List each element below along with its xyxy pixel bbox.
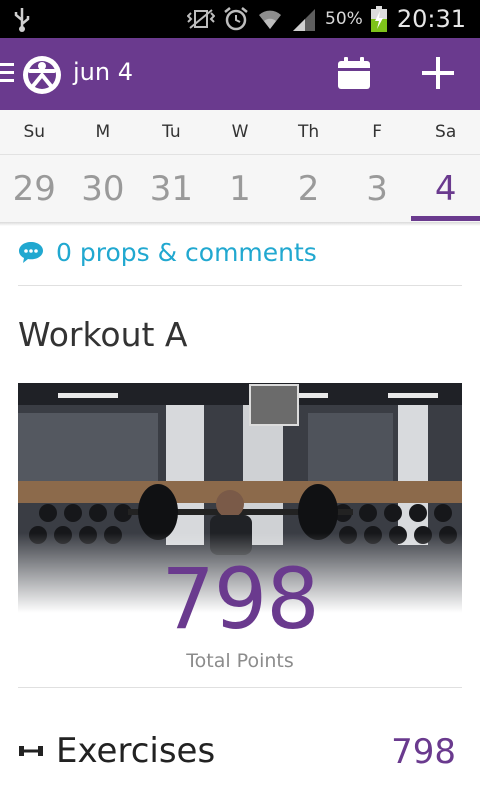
day-cell[interactable]: 2	[274, 155, 343, 223]
day-cell[interactable]: 31	[137, 155, 206, 223]
wifi-icon	[259, 10, 282, 29]
signal-icon	[293, 9, 316, 31]
menu-icon[interactable]	[0, 63, 16, 87]
calendar-icon[interactable]	[336, 55, 372, 91]
day-cell[interactable]: 29	[0, 155, 69, 223]
week-shadow	[0, 222, 480, 226]
weekday-label: M	[95, 122, 111, 142]
clock: 20:31	[396, 5, 466, 33]
weekday-label: Su	[23, 122, 46, 142]
status-bar: 50% 20:31	[0, 0, 480, 38]
week-strip: Su M Tu W Th F Sa 29 30 31 1 2 3 4	[0, 110, 480, 222]
day-cell[interactable]: 3	[343, 155, 412, 223]
add-icon[interactable]	[420, 55, 456, 91]
comment-icon	[19, 242, 43, 263]
props-comments-link[interactable]: 0 props & comments	[18, 236, 317, 268]
battery-percent: 50%	[325, 9, 363, 29]
total-points-label: Total Points	[186, 650, 294, 672]
usb-icon	[14, 8, 30, 32]
weekday-label: F	[372, 122, 382, 142]
exercises-row[interactable]: Exercises	[18, 730, 215, 772]
app-logo-icon[interactable]	[22, 55, 62, 95]
day-cell-selected[interactable]: 4	[411, 155, 480, 223]
weekday-label: Tu	[162, 122, 181, 142]
app-header: jun 4	[0, 38, 480, 110]
battery-charging-icon	[370, 6, 387, 32]
divider	[18, 285, 462, 286]
exercises-points: 798	[391, 732, 456, 772]
workout-title: Workout A	[18, 315, 188, 354]
header-date[interactable]: jun 4	[73, 58, 133, 86]
divider	[18, 687, 462, 688]
weekday-label: Th	[297, 122, 320, 142]
total-points-value: 798	[161, 550, 319, 648]
day-cell[interactable]: 1	[206, 155, 275, 223]
day-cell[interactable]: 30	[69, 155, 138, 223]
alarm-icon	[224, 7, 248, 31]
props-comments-text: 0 props & comments	[56, 237, 317, 267]
weekday-label: W	[231, 122, 249, 142]
weekday-label: Sa	[435, 122, 457, 142]
vibrate-icon	[187, 9, 216, 29]
dumbbell-icon	[19, 746, 43, 756]
exercises-label: Exercises	[56, 731, 216, 771]
